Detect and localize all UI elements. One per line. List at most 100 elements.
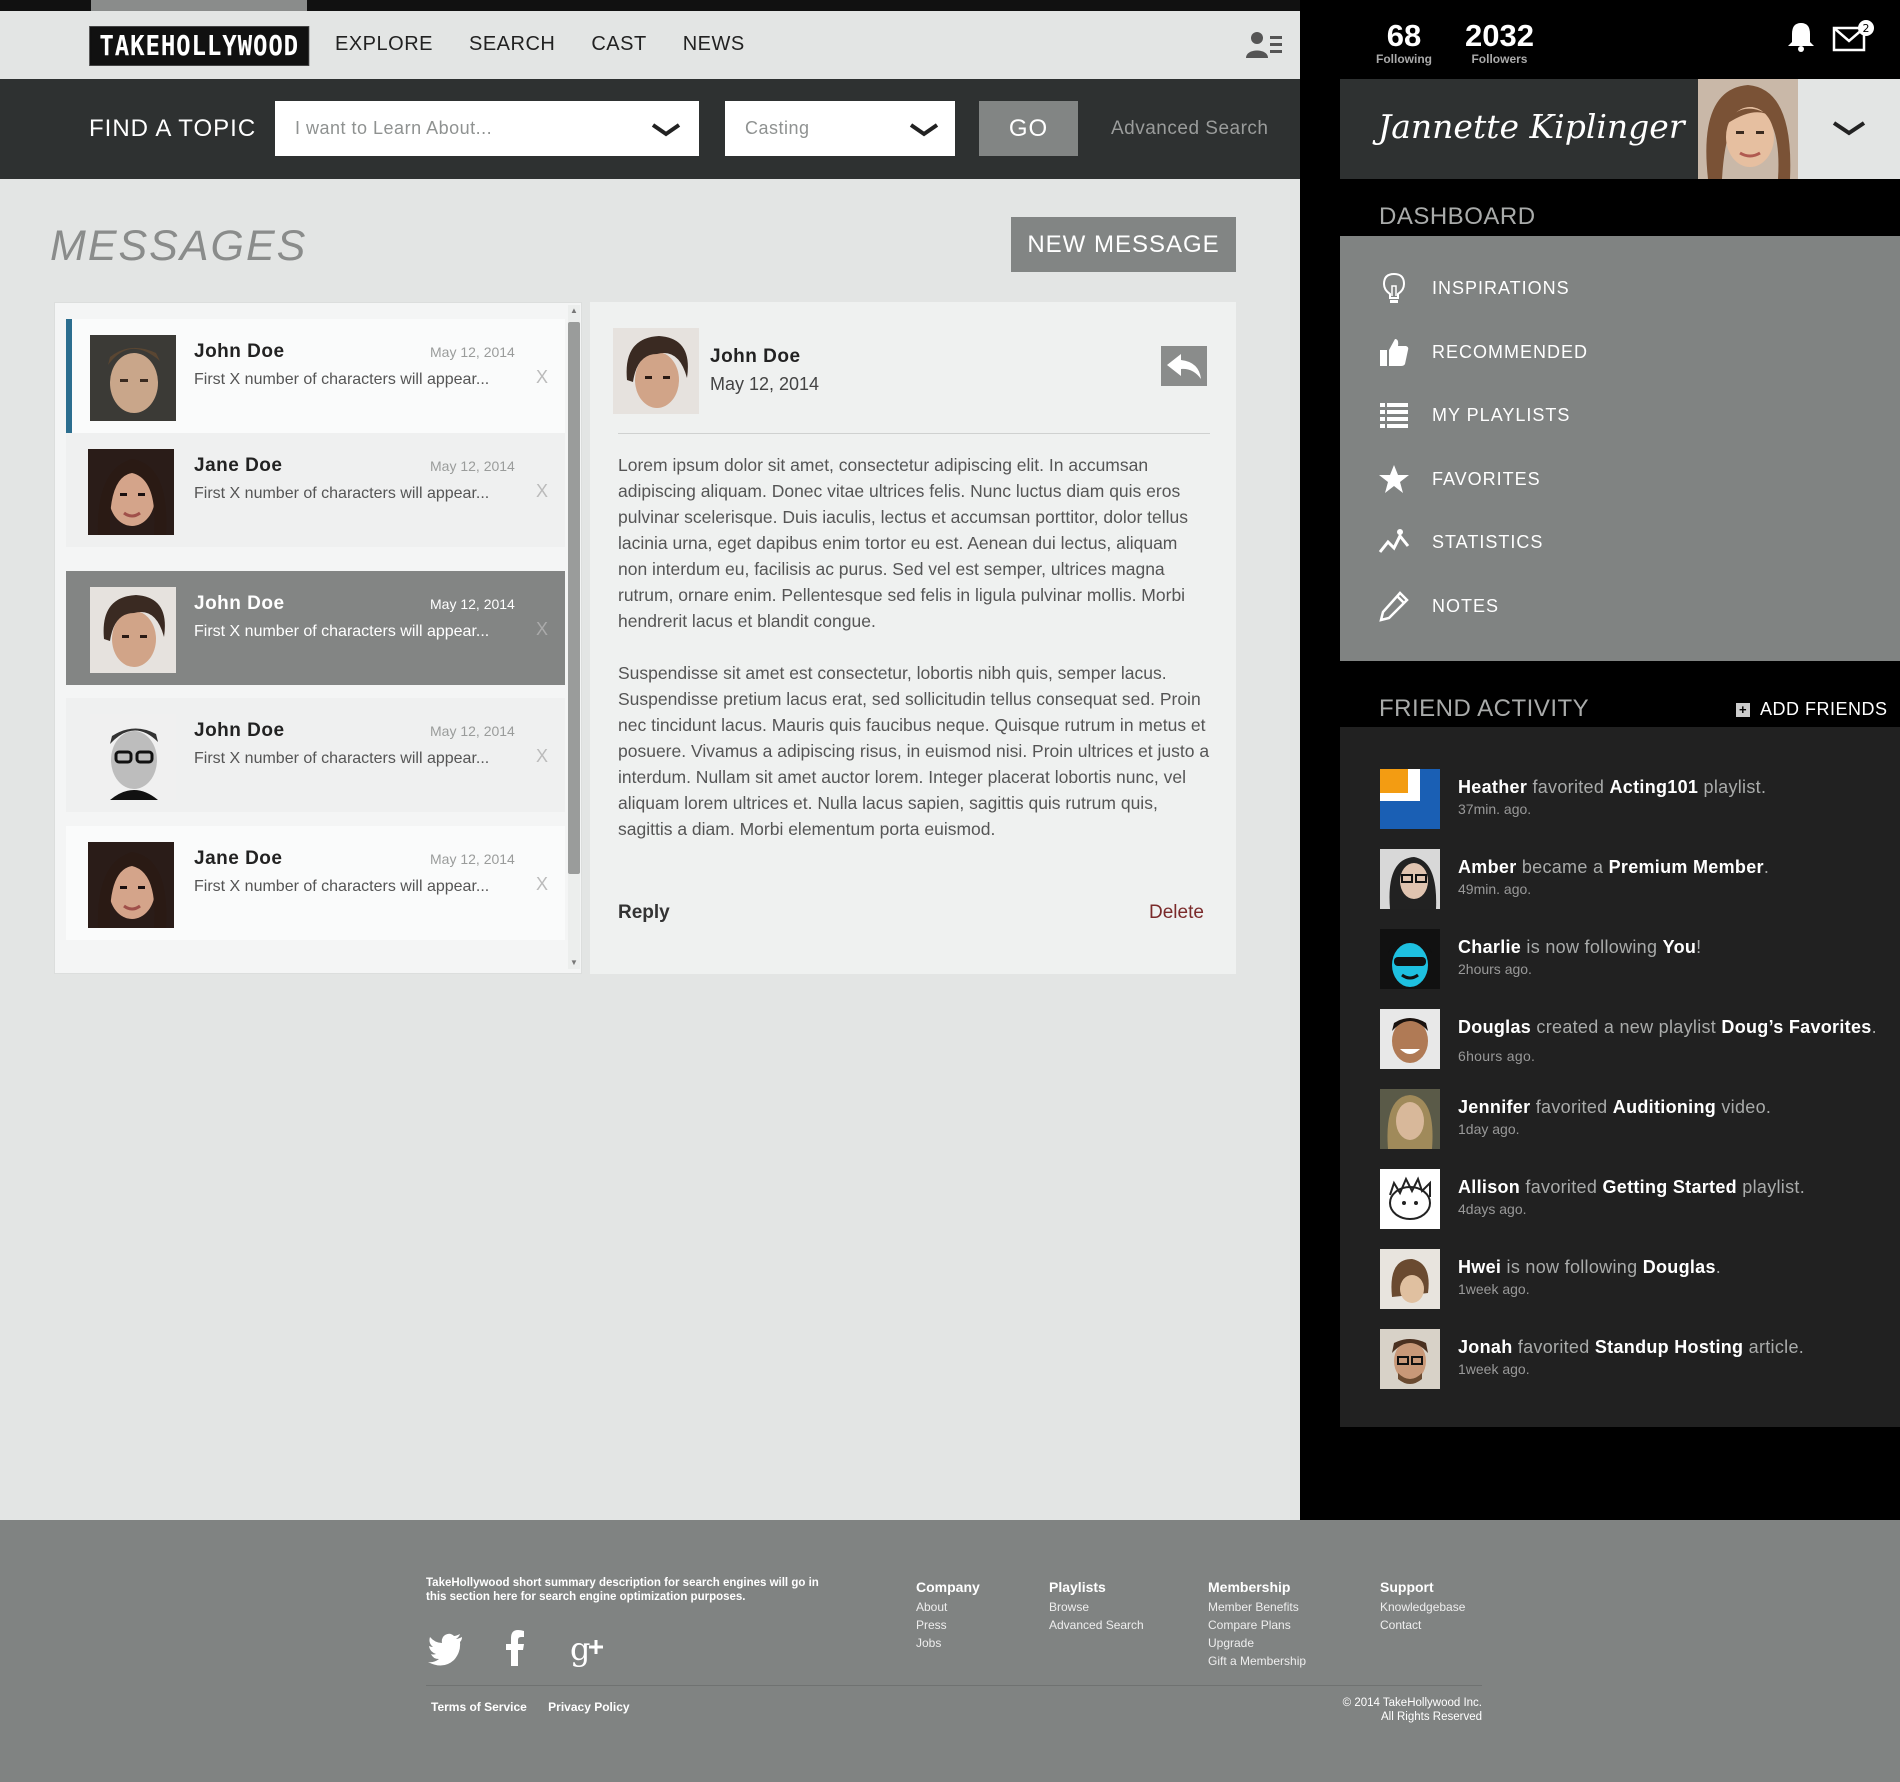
message-list-item[interactable]: Jane Doe May 12, 2014 First X number of … [66,433,565,547]
footer-link[interactable]: Press [916,1616,980,1634]
activity-verb: favorited [1527,777,1610,797]
avatar[interactable] [1380,1329,1440,1389]
delete-link[interactable]: Delete [1149,902,1204,924]
footer-link[interactable]: Jobs [916,1634,980,1652]
activity-time: 6hours ago. [1458,1048,1536,1064]
selected-indicator [66,319,72,433]
remove-message-button[interactable]: X [536,619,548,640]
followers-label: Followers [1471,52,1528,66]
activity-user[interactable]: Charlie [1458,937,1521,957]
avatar[interactable] [1380,1249,1440,1309]
user-name[interactable]: Jannette Kiplinger [1378,107,1685,146]
reply-link[interactable]: Reply [618,902,670,924]
terms-link[interactable]: Terms of Service [431,1700,527,1714]
remove-message-button[interactable]: X [536,481,548,502]
followers-stat[interactable]: 2032 Followers [1465,20,1534,67]
activity-object[interactable]: Auditioning [1613,1097,1716,1117]
footer-link[interactable]: Browse [1049,1598,1144,1616]
activity-object[interactable]: Acting101 [1609,777,1698,797]
activity-user[interactable]: Jennifer [1458,1097,1530,1117]
avatar[interactable] [1380,1089,1440,1149]
activity-time: 37min. ago. [1458,801,1532,817]
nav-search[interactable]: SEARCH [469,33,555,56]
activity-verb: is now following [1501,1257,1643,1277]
activity-object[interactable]: Standup Hosting [1595,1337,1743,1357]
footer-link[interactable]: Member Benefits [1208,1598,1306,1616]
message-list-item[interactable]: Jane Doe May 12, 2014 First X number of … [66,826,565,940]
avatar[interactable] [1380,849,1440,909]
activity-user[interactable]: Heather [1458,777,1527,797]
bell-icon[interactable] [1786,20,1816,52]
remove-message-button[interactable]: X [536,367,548,388]
new-message-button[interactable]: NEW MESSAGE [1011,217,1236,272]
reply-icon[interactable] [1161,346,1207,386]
avatar[interactable] [1380,769,1440,829]
activity-object[interactable]: You [1663,937,1697,957]
add-friends-button[interactable]: + ADD FRIENDS [1736,699,1888,720]
scroll-down-arrow[interactable]: ▼ [568,957,580,969]
activity-user[interactable]: Allison [1458,1177,1520,1197]
dashboard-item-label: MY PLAYLISTS [1432,405,1571,425]
dashboard-item-my-playlists[interactable]: MY PLAYLISTS [1340,389,1900,441]
message-body: Lorem ipsum dolor sit amet, consectetur … [618,452,1210,868]
dashboard-item-label: NOTES [1432,596,1500,616]
footer-link[interactable]: Knowledgebase [1380,1598,1465,1616]
activity-user[interactable]: Jonah [1458,1337,1513,1357]
user-menu-toggle[interactable] [1798,79,1900,179]
svg-text:g: g [570,1630,590,1668]
nav-explore[interactable]: EXPLORE [335,33,433,56]
avatar[interactable] [1380,1009,1440,1069]
twitter-icon[interactable] [426,1628,466,1668]
remove-message-button[interactable]: X [536,746,548,767]
scroll-up-arrow[interactable]: ▲ [568,305,580,317]
message-list-item[interactable]: John Doe May 12, 2014 First X number of … [66,698,565,812]
activity-user[interactable]: Douglas [1458,1017,1531,1037]
footer-link[interactable]: Upgrade [1208,1634,1306,1652]
avatar[interactable] [1380,929,1440,989]
privacy-link[interactable]: Privacy Policy [548,1700,629,1714]
message-date: May 12, 2014 [430,596,515,612]
footer-link[interactable]: Compare Plans [1208,1616,1306,1634]
page-title: MESSAGES [50,222,308,270]
topic-select[interactable]: I want to Learn About... [275,101,699,156]
activity-object[interactable]: Douglas [1643,1257,1716,1277]
following-stat[interactable]: 68 Following [1376,20,1432,67]
message-list-item[interactable]: John Doe May 12, 2014 First X number of … [66,571,565,685]
avatar [88,449,174,535]
activity-user[interactable]: Amber [1458,857,1517,877]
facebook-icon[interactable] [496,1628,536,1668]
activity-text: Douglas created a new playlist Doug’s Fa… [1458,1013,1878,1070]
dashboard-item-statistics[interactable]: STATISTICS [1340,516,1900,568]
user-avatar[interactable] [1698,79,1798,179]
activity-tail: video. [1716,1097,1772,1117]
nav-cast[interactable]: CAST [591,33,646,56]
avatar[interactable] [1380,1169,1440,1229]
activity-user[interactable]: Hwei [1458,1257,1501,1277]
dashboard-item-inspirations[interactable]: INSPIRATIONS [1340,262,1900,314]
scrollbar-thumb[interactable] [568,322,580,874]
message-list-item[interactable]: John Doe May 12, 2014 First X number of … [66,319,565,433]
activity-object[interactable]: Getting Started [1602,1177,1737,1197]
dashboard-item-favorites[interactable]: FAVORITES [1340,453,1900,505]
footer-link[interactable]: Contact [1380,1616,1465,1634]
message-preview: First X number of characters will appear… [194,878,490,895]
mail-badge: 2 [1863,22,1870,35]
google-plus-icon[interactable]: g [570,1628,610,1668]
dashboard-item-notes[interactable]: NOTES [1340,580,1900,632]
logo[interactable]: TAKEHOLLYWOOD [89,26,310,66]
remove-message-button[interactable]: X [536,874,548,895]
nav-news[interactable]: NEWS [683,33,745,56]
category-select[interactable]: Casting [725,101,955,156]
mail-icon[interactable]: 2 [1832,18,1876,54]
activity-verb: became a [1516,857,1609,877]
footer-link[interactable]: Gift a Membership [1208,1652,1306,1670]
activity-time: 1day ago. [1458,1121,1520,1137]
dashboard-item-recommended[interactable]: RECOMMENDED [1340,326,1900,378]
footer-link[interactable]: Advanced Search [1049,1616,1144,1634]
go-button[interactable]: GO [979,101,1078,156]
footer-link[interactable]: About [916,1598,980,1616]
activity-object[interactable]: Doug’s Favorites [1721,1017,1871,1037]
activity-object[interactable]: Premium Member [1609,857,1764,877]
user-list-icon[interactable] [1246,30,1282,60]
advanced-search-link[interactable]: Advanced Search [1111,118,1269,140]
